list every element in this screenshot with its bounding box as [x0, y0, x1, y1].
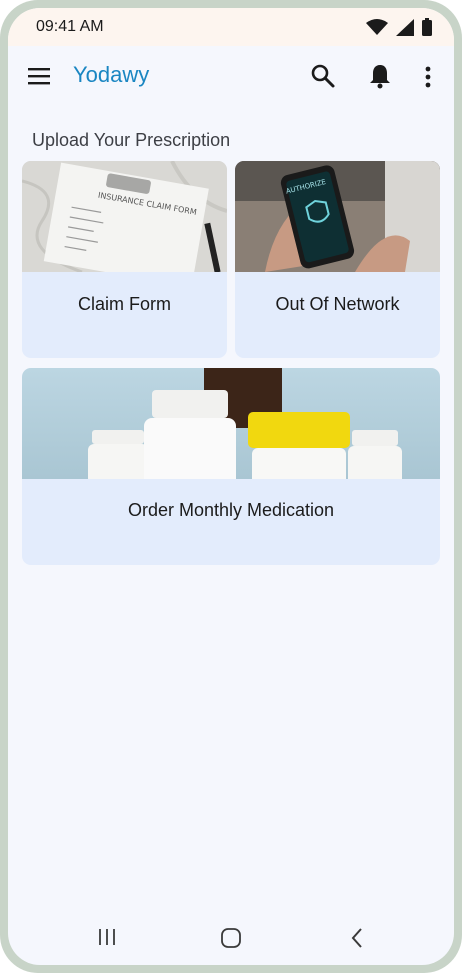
search-icon[interactable] — [310, 63, 336, 89]
more-vertical-icon[interactable] — [418, 65, 438, 89]
status-icons — [366, 18, 432, 36]
out-of-network-image: AUTHORIZE — [235, 161, 440, 272]
device-frame: 09:41 AM Yodawy Upload Your Prescription… — [0, 0, 462, 973]
recents-icon[interactable] — [96, 927, 118, 947]
back-icon[interactable] — [349, 927, 365, 949]
cellular-signal-icon — [396, 18, 414, 36]
app-screen: 09:41 AM Yodawy Upload Your Prescription… — [8, 8, 454, 965]
order-monthly-medication-card[interactable]: Order Monthly Medication — [22, 368, 440, 565]
claim-form-card[interactable]: INSURANCE CLAIM FORM Claim Form — [22, 161, 227, 358]
out-of-network-card[interactable]: AUTHORIZE Out Of Network — [235, 161, 440, 358]
medicine-bottles-image — [22, 368, 440, 479]
system-nav-bar — [8, 913, 454, 963]
app-bar: Yodawy — [8, 48, 454, 104]
out-of-network-label: Out Of Network — [275, 294, 400, 314]
wifi-icon — [366, 19, 388, 35]
section-title: Upload Your Prescription — [32, 130, 231, 150]
battery-icon — [422, 18, 432, 36]
app-title: Yodawy — [73, 62, 150, 87]
claim-form-image: INSURANCE CLAIM FORM — [22, 161, 227, 272]
order-monthly-medication-label: Order Monthly Medication — [127, 500, 335, 520]
home-icon[interactable] — [220, 927, 242, 949]
claim-form-label: Claim Form — [78, 294, 171, 314]
status-bar: 09:41 AM — [8, 8, 454, 46]
menu-icon[interactable] — [26, 64, 54, 88]
status-time: 09:41 AM — [36, 18, 104, 35]
bell-icon[interactable] — [368, 63, 392, 89]
